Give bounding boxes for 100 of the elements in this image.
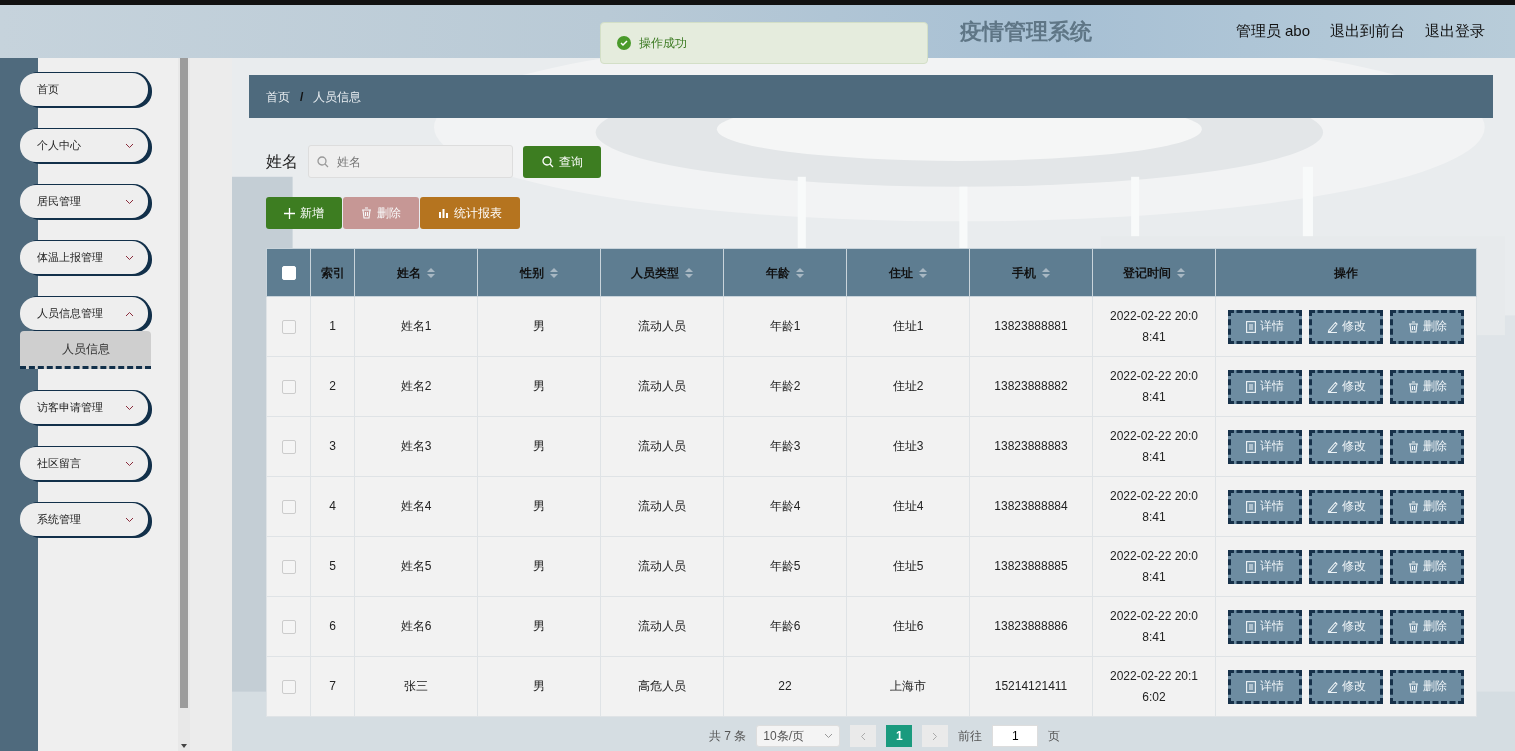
delete-button[interactable]: 删除 — [1390, 309, 1464, 344]
table-cell-text: 张三 — [403, 678, 429, 696]
row-checkbox[interactable] — [281, 440, 296, 455]
sort-icon[interactable] — [550, 267, 558, 280]
table-cell-text: 2022-02-22 20:08:41 — [1108, 428, 1200, 466]
chevron-icon — [824, 733, 834, 739]
search-button[interactable]: 查询 — [523, 145, 601, 178]
sort-icon[interactable] — [427, 267, 435, 280]
prev-page-button[interactable] — [850, 725, 877, 747]
delete-button[interactable]: 删除 — [1390, 369, 1464, 404]
table-cell-text: 2022-02-22 20:16:02 — [1108, 668, 1200, 706]
delete-button[interactable]: 删除 — [1390, 489, 1464, 524]
column-header[interactable]: 手机 — [1012, 265, 1036, 280]
trash-icon — [1407, 380, 1419, 393]
header-link[interactable]: 退出到前台 — [1330, 20, 1405, 43]
table-cell-text: 男 — [532, 498, 546, 516]
edit-button[interactable]: 修改 — [1309, 609, 1383, 644]
detail-button[interactable]: 详情 — [1228, 609, 1302, 644]
table-cell-text: 13823888882 — [993, 378, 1069, 396]
column-header[interactable]: 登记时间 — [1123, 265, 1171, 280]
pencil-icon — [1326, 440, 1338, 453]
header-link[interactable]: 退出登录 — [1425, 20, 1485, 43]
document-icon — [1246, 440, 1256, 453]
delete-button[interactable]: 删除 — [1390, 609, 1464, 644]
header-link[interactable]: 管理员 abo — [1235, 20, 1310, 43]
detail-button[interactable]: 详情 — [1228, 369, 1302, 404]
next-page-button[interactable] — [922, 725, 949, 747]
select-all-checkbox[interactable] — [281, 266, 296, 281]
table-cell-text: 13823888886 — [993, 618, 1069, 636]
detail-button[interactable]: 详情 — [1228, 669, 1302, 704]
table-cell-text: 住址2 — [891, 378, 925, 396]
column-header: 索引 — [320, 265, 345, 280]
pencil-icon — [1326, 680, 1338, 693]
edit-button[interactable]: 修改 — [1309, 309, 1383, 344]
sort-icon[interactable] — [1042, 267, 1050, 280]
sort-icon[interactable] — [1177, 267, 1185, 280]
menu-label: 个人中心 — [37, 138, 81, 154]
column-header[interactable]: 年龄 — [766, 265, 790, 280]
table-cell-text: 上海市 — [889, 678, 927, 696]
field-label: 姓名 — [266, 151, 298, 172]
trash-icon — [1407, 620, 1419, 633]
table-cell-text: 2022-02-22 20:08:41 — [1108, 608, 1200, 646]
delete-button[interactable]: 删除 — [1390, 669, 1464, 704]
column-header[interactable]: 性别 — [520, 265, 544, 280]
edit-button[interactable]: 修改 — [1309, 429, 1383, 464]
document-icon — [1246, 320, 1256, 333]
row-checkbox[interactable] — [281, 380, 296, 395]
column-header[interactable]: 人员类型 — [631, 265, 679, 280]
row-checkbox[interactable] — [281, 320, 296, 335]
report-button[interactable]: 统计报表 — [420, 197, 520, 229]
edit-button[interactable]: 修改 — [1309, 489, 1383, 524]
scrollbar[interactable] — [178, 58, 190, 751]
chevron-left-icon — [860, 731, 867, 741]
search-field[interactable]: 姓名 — [308, 145, 513, 178]
search-icon — [541, 155, 554, 168]
detail-button[interactable]: 详情 — [1228, 489, 1302, 524]
page-number[interactable]: 1 — [886, 725, 913, 747]
add-button[interactable]: 新增 — [266, 197, 342, 229]
page-input[interactable]: 1 — [992, 725, 1039, 747]
toast-message: 操作成功 — [639, 35, 687, 52]
table-cell-text: 住址4 — [891, 498, 925, 516]
row-checkbox[interactable] — [281, 560, 296, 575]
menu-label: 访客申请管理 — [37, 400, 103, 416]
pencil-icon — [1326, 560, 1338, 573]
sort-icon[interactable] — [919, 267, 927, 280]
pencil-icon — [1326, 500, 1338, 513]
sort-icon[interactable] — [796, 267, 804, 280]
table-cell-text: 3 — [328, 438, 337, 456]
table-cell-text: 年龄3 — [768, 438, 802, 456]
column-header[interactable]: 姓名 — [397, 265, 421, 280]
search-icon — [317, 155, 329, 168]
edit-button[interactable]: 修改 — [1309, 669, 1383, 704]
delete-button[interactable]: 删除 — [1390, 549, 1464, 584]
table-cell-text: 男 — [532, 378, 546, 396]
table-cell-text: 2 — [328, 378, 337, 396]
page-size-select[interactable]: 10条/页 — [756, 725, 841, 747]
detail-button[interactable]: 详情 — [1228, 549, 1302, 584]
row-checkbox[interactable] — [281, 680, 296, 695]
submenu-item[interactable]: 人员信息 — [20, 331, 151, 369]
edit-button[interactable]: 修改 — [1309, 369, 1383, 404]
table-cell-text: 22 — [777, 678, 793, 696]
menu-label: 社区留言 — [37, 456, 81, 472]
column-header[interactable]: 住址 — [889, 265, 913, 280]
table-cell-text: 住址6 — [891, 618, 925, 636]
detail-button[interactable]: 详情 — [1228, 309, 1302, 344]
edit-button[interactable]: 修改 — [1309, 549, 1383, 584]
app-title: 疫情管理系统 — [960, 18, 1092, 46]
delete-button[interactable]: 删除 — [1390, 429, 1464, 464]
sort-icon[interactable] — [685, 267, 693, 280]
table-cell-text: 年龄6 — [768, 618, 802, 636]
document-icon — [1246, 560, 1256, 573]
table-cell-text: 高危人员 — [637, 678, 687, 696]
breadcrumb-item[interactable]: 首页 — [266, 87, 290, 106]
detail-button[interactable]: 详情 — [1228, 429, 1302, 464]
document-icon — [1246, 380, 1256, 393]
row-checkbox[interactable] — [281, 620, 296, 635]
table-cell-text: 流动人员 — [637, 438, 687, 456]
search-input[interactable]: 姓名 — [335, 146, 504, 177]
row-checkbox[interactable] — [281, 500, 296, 515]
table-cell-text: 姓名2 — [399, 378, 433, 396]
